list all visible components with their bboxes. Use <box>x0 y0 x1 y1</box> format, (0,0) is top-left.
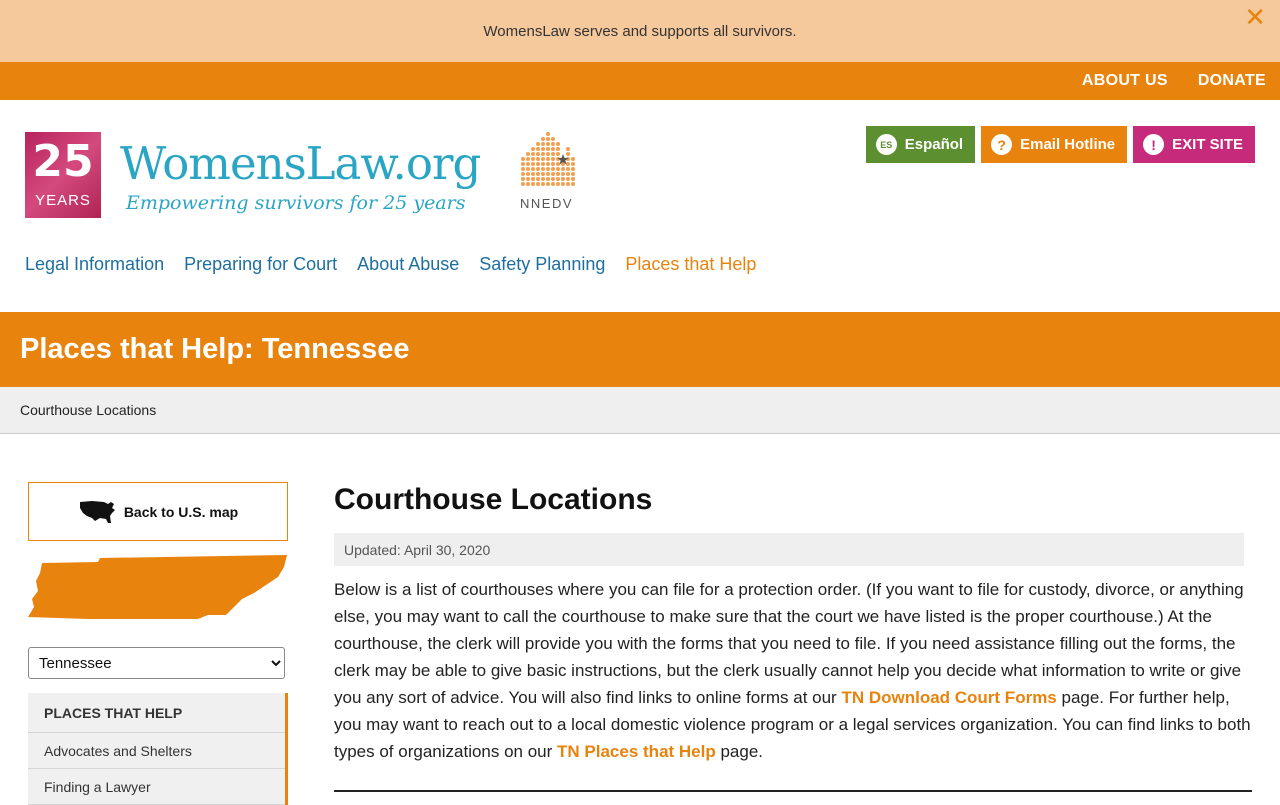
banner-text: WomensLaw serves and supports all surviv… <box>483 22 797 40</box>
page-title: Places that Help: Tennessee <box>20 333 410 365</box>
badge-number: 25 <box>32 136 94 187</box>
nnedv-text: NNEDV <box>520 196 574 211</box>
announcement-banner: WomensLaw serves and supports all surviv… <box>0 0 1280 62</box>
nav-legal-information[interactable]: Legal Information <box>25 254 164 275</box>
badge-word: YEARS <box>35 192 91 209</box>
anniversary-badge[interactable]: 25 YEARS <box>25 132 101 218</box>
language-icon: ES <box>875 134 897 155</box>
exit-site-button[interactable]: ! EXIT SITE <box>1133 126 1255 163</box>
back-to-us-map-button[interactable]: Back to U.S. map <box>28 482 288 541</box>
tennessee-map-icon[interactable] <box>28 555 288 621</box>
sidebar: Back to U.S. map Tennessee PLACES THAT H… <box>28 482 288 805</box>
alert-icon: ! <box>1143 134 1165 155</box>
main-navigation: Legal Information Preparing for Court Ab… <box>25 254 756 275</box>
state-select[interactable]: Tennessee <box>28 647 285 679</box>
email-hotline-button[interactable]: ? Email Hotline <box>981 126 1128 163</box>
tn-download-court-forms-link[interactable]: TN Download Court Forms <box>841 688 1056 707</box>
tn-places-that-help-link[interactable]: TN Places that Help <box>557 742 716 761</box>
header-action-buttons: ES Español ? Email Hotline ! EXIT SITE <box>865 126 1255 163</box>
breadcrumb-current: Courthouse Locations <box>20 402 157 418</box>
site-tagline: Empowering survivors for 25 years <box>126 192 466 214</box>
nav-places-that-help[interactable]: Places that Help <box>625 254 756 275</box>
espanol-label: Español <box>904 136 964 153</box>
content-heading: Courthouse Locations <box>334 483 653 516</box>
espanol-button[interactable]: ES Español <box>865 126 976 163</box>
nav-safety-planning[interactable]: Safety Planning <box>479 254 605 275</box>
about-us-link[interactable]: ABOUT US <box>1082 72 1168 90</box>
updated-date: Updated: April 30, 2020 <box>334 533 1244 566</box>
side-menu-heading: PLACES THAT HELP <box>28 693 285 733</box>
site-logo-name[interactable]: WomensLaw.org <box>120 138 481 190</box>
nnedv-logo[interactable]: NNEDV <box>518 130 578 216</box>
close-icon[interactable]: ✕ <box>1244 4 1266 30</box>
site-header: 25 YEARS WomensLaw.org Empowering surviv… <box>0 100 1280 312</box>
side-menu-advocates-and-shelters[interactable]: Advocates and Shelters <box>28 733 285 769</box>
nnedv-house-icon <box>521 132 575 186</box>
utility-bar: ABOUT US DONATE <box>0 62 1280 100</box>
donate-link[interactable]: DONATE <box>1198 72 1266 90</box>
exit-site-label: EXIT SITE <box>1172 136 1243 153</box>
main-content: Courthouse Locations Updated: April 30, … <box>334 482 1252 792</box>
intro-text-3: page. <box>715 742 764 761</box>
email-hotline-label: Email Hotline <box>1020 136 1116 153</box>
intro-paragraph: Below is a list of courthouses where you… <box>334 576 1252 765</box>
page-title-bar: Places that Help: Tennessee <box>0 312 1280 387</box>
question-icon: ? <box>991 134 1013 155</box>
breadcrumb: Courthouse Locations <box>0 387 1280 434</box>
places-that-help-menu: PLACES THAT HELP Advocates and Shelters … <box>28 693 288 805</box>
nav-about-abuse[interactable]: About Abuse <box>357 254 459 275</box>
usa-map-icon <box>79 500 115 523</box>
nav-preparing-for-court[interactable]: Preparing for Court <box>184 254 337 275</box>
section-divider <box>334 790 1252 792</box>
back-to-us-map-label: Back to U.S. map <box>123 503 239 520</box>
